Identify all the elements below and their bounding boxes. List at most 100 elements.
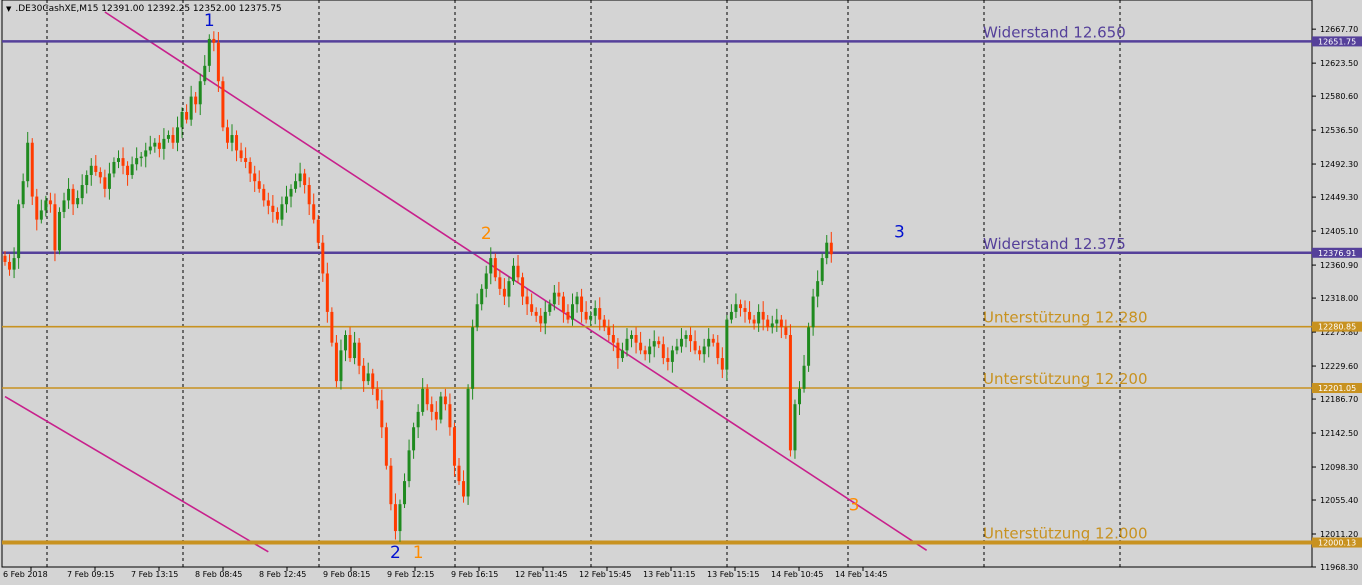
candle-body: [657, 341, 661, 345]
candle-body: [371, 373, 375, 389]
candle-body: [475, 304, 479, 328]
candle-body: [734, 304, 738, 312]
candle-body: [171, 135, 175, 143]
candle-body: [766, 319, 770, 328]
candle-body: [262, 188, 266, 201]
candle-body: [76, 198, 80, 205]
x-tick-label: 9 Feb 12:15: [387, 570, 434, 579]
y-tick-label: 12229.60: [1320, 362, 1358, 371]
candle-body: [748, 311, 752, 320]
candle-body: [557, 292, 561, 297]
candle-body: [26, 142, 30, 182]
candle-body: [502, 288, 506, 297]
candle-body: [729, 311, 733, 320]
candle-body: [280, 204, 284, 220]
candle-body: [80, 185, 84, 199]
candle-body: [57, 211, 61, 251]
resistance-label: Widerstand 12.650: [983, 23, 1126, 41]
candle-body: [452, 427, 456, 466]
candle-body: [12, 258, 16, 270]
candle-body: [357, 342, 361, 366]
candlestick-chart[interactable]: 12667.70 12623.50 12580.60 12536.50 12492.30…: [0, 0, 1362, 585]
candle-body: [620, 350, 624, 359]
candle-body: [571, 304, 574, 320]
candle-body: [798, 388, 801, 405]
candle-body: [770, 323, 774, 328]
candle-body: [802, 365, 806, 389]
candle-body: [203, 65, 207, 82]
candle-body: [153, 142, 157, 147]
candle-body: [707, 338, 711, 347]
candle-body: [630, 334, 634, 339]
x-tick-label: 8 Feb 08:45: [195, 570, 242, 579]
candle-body: [602, 319, 606, 328]
candle-body: [825, 242, 829, 259]
candle-body: [235, 135, 239, 151]
candle-body: [185, 111, 189, 120]
candle-body: [67, 188, 71, 201]
candle-body: [89, 165, 93, 176]
y-tick-label: 12142.50: [1320, 429, 1358, 438]
candle-body: [71, 188, 75, 205]
candle-body: [3, 255, 7, 262]
x-tick-label: 9 Feb 16:15: [451, 570, 498, 579]
candle-body: [689, 334, 693, 342]
candle-body: [670, 350, 674, 362]
symbol-info: .DE30CashXE,M15 12391.00 12392.25 12352.…: [15, 4, 282, 14]
candle-body: [507, 281, 511, 297]
candle-body: [648, 346, 652, 355]
x-tick-label: 7 Feb 13:15: [131, 570, 178, 579]
candle-body: [289, 188, 293, 197]
candle-body: [716, 342, 720, 359]
candle-body: [312, 204, 316, 220]
candle-body: [434, 411, 438, 420]
candle-body: [589, 315, 593, 320]
candle-body: [466, 388, 470, 497]
candle-body: [425, 388, 429, 405]
candle-body: [480, 288, 484, 305]
candle-body: [339, 350, 343, 382]
candle-body: [788, 334, 792, 451]
candle-body: [698, 350, 702, 355]
candle-body: [443, 396, 447, 405]
candle-body: [316, 219, 320, 243]
candle-body: [303, 173, 307, 186]
candle-body: [284, 196, 288, 205]
y-tick-label: 12623.50: [1320, 59, 1358, 68]
candle-body: [103, 177, 107, 189]
y-tick-label: 12536.50: [1320, 126, 1358, 135]
candle-body: [107, 173, 111, 189]
x-tick-label: 6 Feb 2018: [3, 570, 48, 579]
candle-body: [412, 427, 416, 451]
candle-body: [62, 200, 66, 212]
candle-body: [652, 341, 656, 347]
candle-body: [820, 258, 824, 282]
candle-body: [521, 277, 525, 297]
candle-body: [684, 334, 688, 339]
candle-body: [162, 138, 166, 149]
candle-body: [775, 319, 779, 324]
candle-body: [194, 96, 198, 105]
candle-body: [584, 311, 588, 320]
x-tick-label: 14 Feb 10:45: [771, 570, 823, 579]
resistance-label: Widerstand 12.375: [983, 235, 1126, 253]
candle-body: [811, 296, 815, 328]
candle-body: [738, 304, 742, 309]
candle-body: [330, 311, 334, 343]
y-tick-label: 12492.30: [1320, 160, 1358, 169]
candle-body: [266, 200, 270, 206]
candle-body: [39, 210, 43, 220]
candle-body: [275, 211, 279, 220]
chart-header: ▼ .DE30CashXE,M15 12391.00 12392.25 12352…: [6, 4, 282, 14]
candle-body: [816, 281, 820, 297]
x-tick-label: 14 Feb 14:45: [835, 570, 887, 579]
candle-body: [139, 156, 143, 159]
candle-body: [298, 173, 302, 182]
candle-body: [380, 400, 384, 428]
candle-body: [144, 150, 148, 157]
triangle-down-icon[interactable]: ▼: [6, 5, 11, 13]
candle-body: [189, 96, 193, 120]
price-tag: 12376.91: [1318, 249, 1356, 258]
candle-body: [30, 142, 34, 197]
candle-body: [53, 204, 57, 251]
